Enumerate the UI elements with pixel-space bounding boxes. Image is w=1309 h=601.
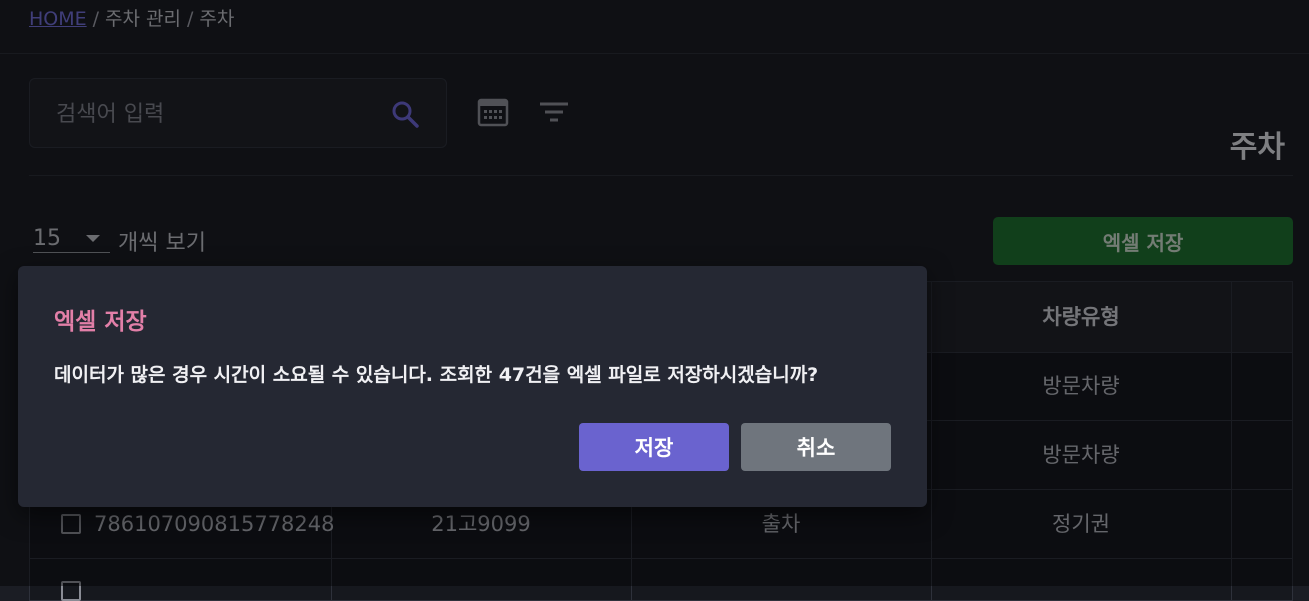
cancel-button[interactable]: 취소 (741, 423, 891, 471)
dialog-title: 엑셀 저장 (54, 309, 147, 335)
save-button[interactable]: 저장 (579, 423, 729, 471)
dialog-message: 데이터가 많은 경우 시간이 소요될 수 있습니다. 조회한 47건을 엑셀 파… (54, 364, 819, 386)
confirm-dialog: 엑셀 저장 데이터가 많은 경우 시간이 소요될 수 있습니다. 조회한 47건… (18, 266, 927, 507)
